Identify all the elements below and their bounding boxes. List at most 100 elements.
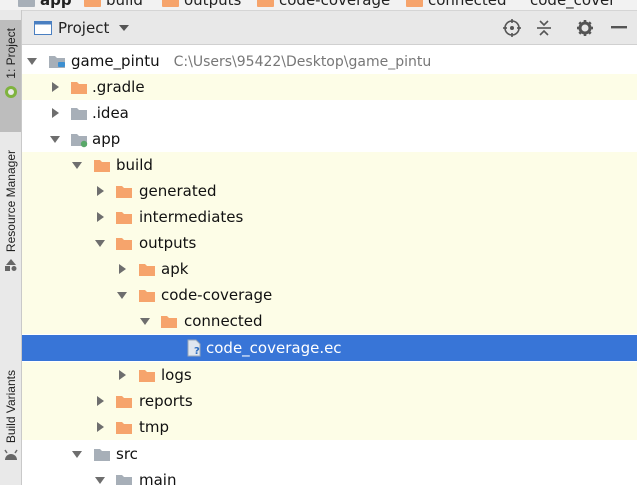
tree-label: src xyxy=(116,445,138,463)
tree-label: tmp xyxy=(139,418,170,436)
folder-icon xyxy=(139,264,155,276)
tree-label: .gradle xyxy=(92,78,145,96)
hide-panel-button[interactable] xyxy=(610,19,628,37)
chevron-right-icon[interactable] xyxy=(95,186,105,196)
folder-icon xyxy=(71,82,87,94)
chevron-down-icon[interactable] xyxy=(95,238,105,248)
breadcrumb-connected[interactable]: connected xyxy=(406,0,507,9)
folder-icon xyxy=(257,0,274,7)
tree-row-apk[interactable]: apk xyxy=(22,256,637,282)
crosshair-icon xyxy=(503,19,521,37)
tree-row-app[interactable]: app xyxy=(22,126,637,152)
tree-row-gradle[interactable]: .gradle xyxy=(22,74,637,100)
folder-icon xyxy=(139,290,155,302)
folder-icon xyxy=(94,160,110,172)
tree-label: build xyxy=(116,156,153,174)
tree-row-main[interactable]: main xyxy=(22,467,637,485)
unknown-file-icon: ? xyxy=(187,339,201,357)
tree-label: reports xyxy=(139,392,193,410)
tree-row-code-coverage-ec[interactable]: ? code_coverage.ec xyxy=(22,335,637,361)
tree-row-game-pintu[interactable]: game_pintu C:\Users\95422\Desktop\game_pi… xyxy=(22,48,637,74)
panel-title: Project xyxy=(58,18,110,37)
chevron-down-icon[interactable] xyxy=(119,24,130,31)
minimize-icon xyxy=(611,26,627,29)
tree-label: app xyxy=(92,130,121,148)
folder-icon xyxy=(116,396,132,408)
folder-icon xyxy=(116,186,132,198)
chevron-right-icon[interactable] xyxy=(117,370,127,380)
android-icon xyxy=(4,85,17,98)
chevron-right-icon[interactable] xyxy=(95,422,105,432)
breadcrumb-code-coverage-file[interactable]: code_cover xyxy=(530,0,615,9)
resource-manager-tab[interactable]: Resource Manager xyxy=(0,150,21,300)
tree-label: intermediates xyxy=(139,208,244,226)
folder-icon xyxy=(71,108,87,120)
tree-label: generated xyxy=(139,182,217,200)
tree-row-outputs[interactable]: outputs xyxy=(22,230,637,256)
chevron-down-icon[interactable] xyxy=(27,56,37,66)
tree-row-tmp[interactable]: tmp xyxy=(22,414,637,440)
tree-row-reports[interactable]: reports xyxy=(22,388,637,414)
project-view-icon xyxy=(34,20,52,35)
locate-file-button[interactable] xyxy=(503,19,521,37)
folder-icon xyxy=(139,370,155,382)
folder-icon xyxy=(84,0,101,7)
tree-row-generated[interactable]: generated xyxy=(22,178,637,204)
breadcrumb-build[interactable]: build xyxy=(84,0,143,9)
tree-row-idea[interactable]: .idea xyxy=(22,100,637,126)
navigation-bar: app build outputs code-coverage connecte… xyxy=(0,0,637,11)
chevron-right-icon[interactable] xyxy=(50,82,60,92)
folder-icon xyxy=(116,475,132,485)
chevron-right-icon[interactable] xyxy=(50,108,60,118)
module-folder-icon xyxy=(49,56,65,68)
svg-text:?: ? xyxy=(194,346,200,357)
project-panel-header: Project xyxy=(22,11,637,45)
chevron-down-icon[interactable] xyxy=(140,316,150,326)
build-variants-tab[interactable]: Build Variants xyxy=(0,370,21,485)
chevron-down-icon[interactable] xyxy=(50,134,60,144)
folder-icon xyxy=(162,0,179,7)
tree-label: outputs xyxy=(139,234,197,252)
folder-icon xyxy=(116,212,132,224)
tree-label: code_coverage.ec xyxy=(206,339,342,357)
project-tool-tab[interactable]: 1: Project xyxy=(0,20,21,132)
tree-label: main xyxy=(139,471,177,485)
breadcrumb-outputs[interactable]: outputs xyxy=(162,0,241,9)
gear-icon xyxy=(577,20,593,36)
folder-icon xyxy=(116,238,132,250)
tree-label: logs xyxy=(161,366,192,384)
tree-row-build[interactable]: build xyxy=(22,152,637,178)
project-tree: game_pintu C:\Users\95422\Desktop\game_pi… xyxy=(22,45,637,485)
tree-row-connected[interactable]: connected xyxy=(22,308,637,334)
folder-icon xyxy=(94,449,110,461)
chevron-down-icon[interactable] xyxy=(72,160,82,170)
collapse-icon xyxy=(537,20,551,36)
folder-icon xyxy=(406,0,423,7)
chevron-down-icon[interactable] xyxy=(72,449,82,459)
chevron-down-icon[interactable] xyxy=(117,290,127,300)
tree-row-logs[interactable]: logs xyxy=(22,362,637,388)
folder-icon xyxy=(18,0,35,7)
module-folder-icon xyxy=(71,134,88,148)
chevron-down-icon[interactable] xyxy=(95,475,105,485)
tree-label: connected xyxy=(184,312,263,330)
tree-label: apk xyxy=(161,260,189,278)
chevron-right-icon[interactable] xyxy=(117,264,127,274)
tree-row-code-coverage[interactable]: code-coverage xyxy=(22,282,637,308)
tree-label: .idea xyxy=(92,104,129,122)
tree-row-intermediates[interactable]: intermediates xyxy=(22,204,637,230)
chevron-right-icon[interactable] xyxy=(95,212,105,222)
breadcrumb-code-coverage[interactable]: code-coverage xyxy=(257,0,390,9)
folder-icon xyxy=(161,316,177,328)
chevron-right-icon[interactable] xyxy=(95,396,105,406)
folder-icon xyxy=(116,422,132,434)
breadcrumb-app[interactable]: app xyxy=(18,0,72,9)
settings-button[interactable] xyxy=(576,19,594,37)
tree-label: code-coverage xyxy=(161,286,273,304)
left-tool-stripe: 1: Project Resource Manager Build Varian… xyxy=(0,10,22,485)
shapes-icon xyxy=(4,259,16,272)
collapse-all-button[interactable] xyxy=(535,19,553,37)
android-head-icon xyxy=(3,449,18,461)
tree-row-src[interactable]: src xyxy=(22,441,637,467)
tree-label: game_pintu C:\Users\95422\Desktop\game_pi… xyxy=(71,52,432,70)
